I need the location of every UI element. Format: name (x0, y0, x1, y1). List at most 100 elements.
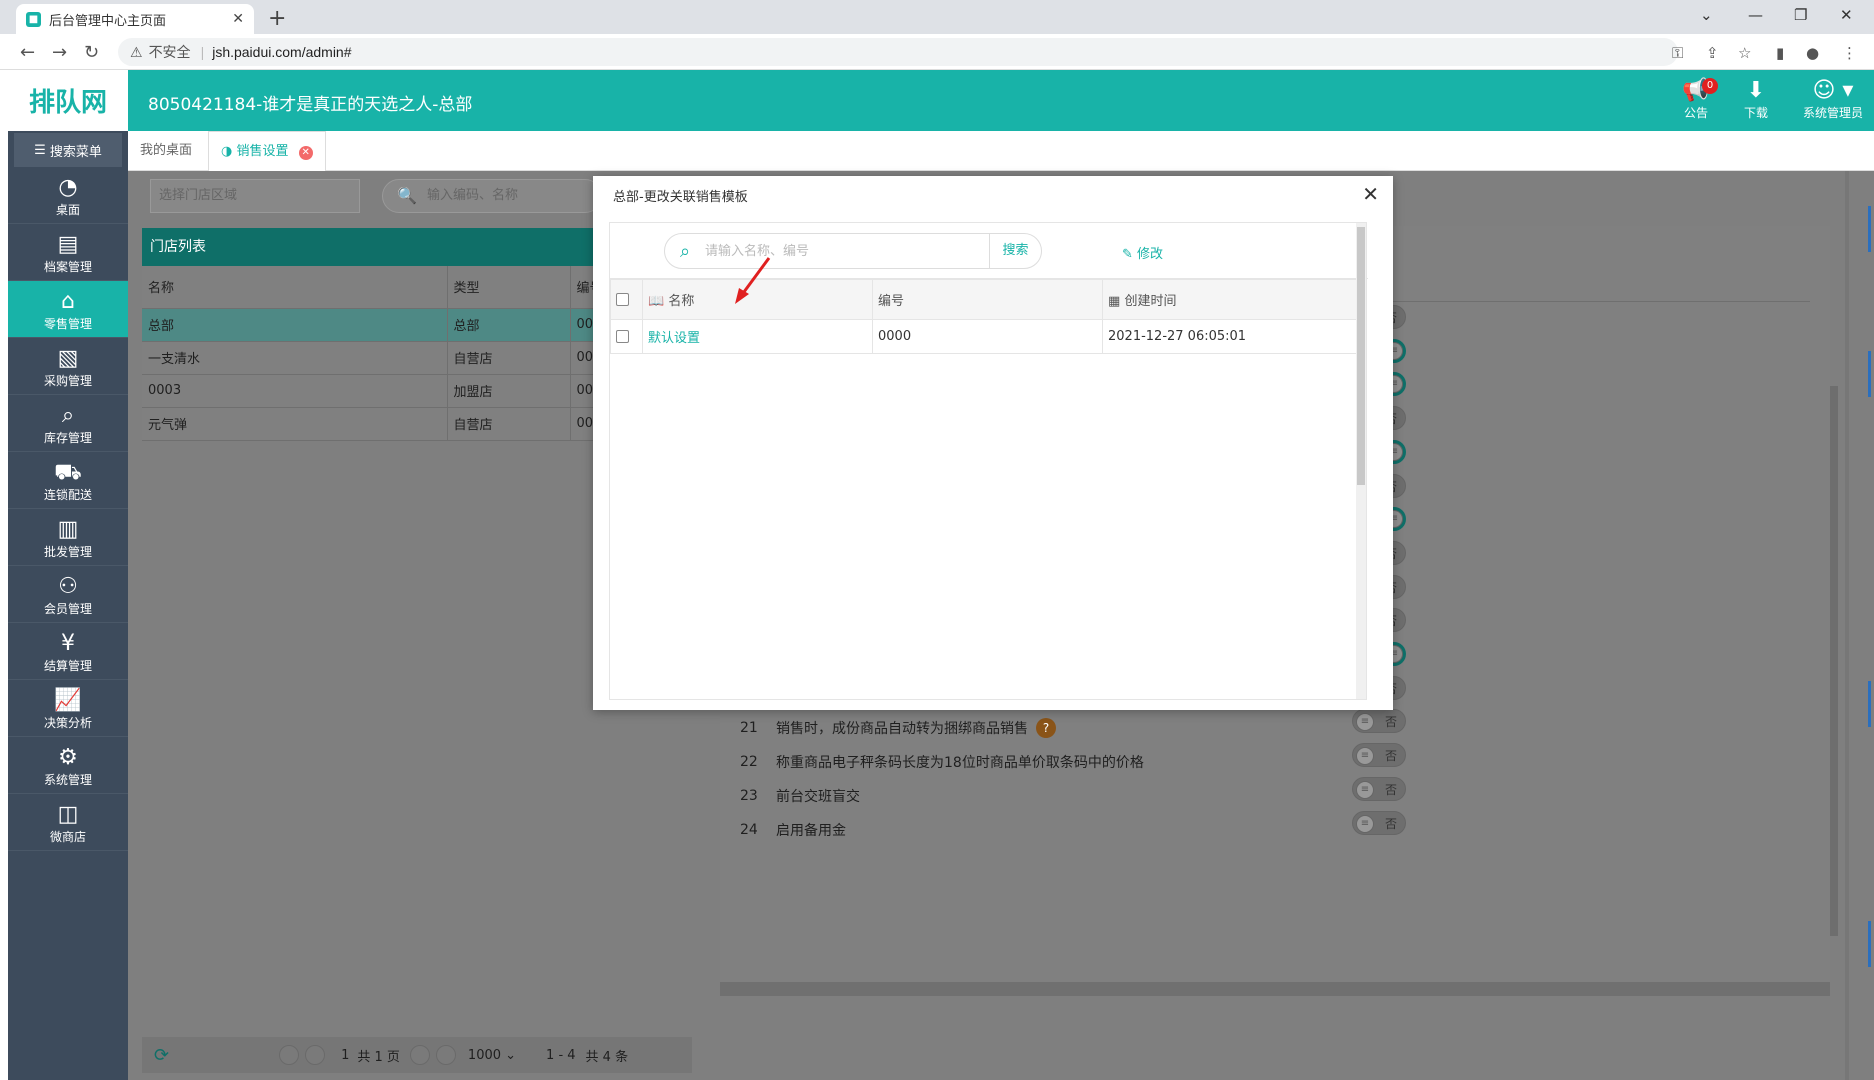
right-scrollbar[interactable] (1845, 171, 1849, 1080)
settings-horizontal-scrollbar[interactable] (720, 982, 1830, 996)
menu-dots-icon[interactable]: ⋮ (1842, 44, 1857, 62)
forward-icon[interactable]: → (52, 42, 67, 63)
sidebar-item-10[interactable]: ⚙ 系统管理 (8, 737, 128, 794)
side-panel-icon[interactable]: ▮ (1776, 44, 1784, 62)
sidebar-item-label: 结算管理 (43, 659, 92, 673)
notice-button[interactable]: 📢 0 公告 (1666, 78, 1726, 121)
close-window-icon[interactable]: ✕ (1840, 6, 1853, 24)
browser-tabstrip: ■ 后台管理中心主页面 ✕ + ⌄ — ❐ ✕ (0, 0, 1874, 34)
scroll-marker (1868, 351, 1871, 397)
sidebar-item-4[interactable]: ⌕ 库存管理 (8, 395, 128, 452)
key-icon[interactable]: ⚿ (1672, 44, 1683, 62)
tab-search-chevron-icon[interactable]: ⌄ (1700, 6, 1713, 24)
search-icon: ⌕ (679, 240, 691, 262)
sidebar-item-label: 采购管理 (43, 374, 92, 388)
new-tab-icon[interactable]: + (268, 6, 286, 31)
store-type: 加盟店 (447, 374, 571, 408)
sidebar-item-8[interactable]: ¥ 结算管理 (8, 623, 128, 680)
region-select[interactable]: 选择门店区域 (150, 179, 360, 213)
sidebar-item-5[interactable]: ⛟ 连锁配送 (8, 452, 128, 509)
page-title: 8050421184-谁才是真正的天选之人-总部 (148, 95, 473, 115)
setting-number: 22 (740, 754, 758, 771)
edit-icon: ✎ (1122, 247, 1133, 262)
sidebar-item-label: 零售管理 (43, 317, 92, 331)
setting-text: 前台交班盲交 (776, 788, 860, 805)
store-search-input[interactable]: 🔍 输入编码、名称 (382, 179, 602, 213)
refresh-icon[interactable]: ⟳ (154, 1045, 169, 1066)
setting-text: 称重商品电子秤条码长度为18位时商品单价取条码中的价格 (776, 755, 1144, 772)
download-button[interactable]: ⬇ 下载 (1726, 78, 1786, 121)
profile-icon[interactable]: ● (1806, 44, 1819, 62)
dialog-scrollbar[interactable] (1356, 223, 1366, 699)
col-template-code[interactable]: 编号 (872, 279, 1103, 320)
bookmark-star-icon[interactable]: ☆ (1738, 44, 1751, 62)
col-name-label: 名称 (668, 294, 695, 309)
store-list-title: 门店列表 (142, 228, 605, 266)
prev-page-button[interactable] (305, 1045, 326, 1065)
dialog-scroll-thumb[interactable] (1357, 227, 1365, 485)
tab-sales-settings[interactable]: ◑ 销售设置 ✕ (208, 131, 326, 171)
address-bar: ← → ↻ ⚠ 不安全 | jsh.paidui.com/admin# ⚿ ⇪ … (0, 34, 1874, 70)
chart-icon: 📈 (54, 688, 82, 713)
settlement-icon: ¥ (61, 631, 75, 656)
search-menu-button[interactable]: ☰ 搜索菜单 (14, 133, 122, 167)
sidebar-item-1[interactable]: ▤ 档案管理 (8, 224, 128, 281)
total-pages: 共 1 页 (357, 1049, 400, 1065)
select-all-header (610, 279, 643, 320)
sidebar-item-3[interactable]: ▧ 采购管理 (8, 338, 128, 395)
member-icon: ⚇ (58, 574, 78, 599)
sidebar-item-9[interactable]: 📈 决策分析 (8, 680, 128, 737)
page-size-select[interactable]: 1000 ⌄ (468, 1048, 516, 1063)
back-icon[interactable]: ← (20, 42, 35, 63)
settings-scrollbar[interactable] (1830, 386, 1838, 936)
search-button[interactable]: 搜索 (989, 234, 1041, 268)
browser-tab[interactable]: ■ 后台管理中心主页面 ✕ (16, 4, 254, 34)
sidebar-item-0[interactable]: ◔ 桌面 (8, 167, 128, 224)
reload-icon[interactable]: ↻ (84, 42, 99, 63)
setting-number: 21 (740, 720, 758, 737)
url-field[interactable]: ⚠ 不安全 | jsh.paidui.com/admin# (118, 38, 1678, 66)
col-name[interactable]: 名称 (142, 266, 448, 309)
table-row[interactable]: 一支清水 自营店 000 (142, 341, 605, 375)
store-type: 总部 (447, 308, 571, 342)
template-name-link[interactable]: 默认设置 (648, 331, 700, 346)
sidebar-item-7[interactable]: ⚇ 会员管理 (8, 566, 128, 623)
minimize-icon[interactable]: — (1748, 6, 1763, 24)
close-icon[interactable]: ✕ (1362, 182, 1379, 206)
close-tab-icon[interactable]: ✕ (298, 146, 313, 160)
col-template-created[interactable]: ▦ 创建时间 (1102, 279, 1358, 320)
close-tab-icon[interactable]: ✕ (232, 11, 244, 27)
table-row[interactable]: 元气弹 自营店 000 (142, 407, 605, 441)
row-checkbox[interactable] (616, 330, 629, 343)
tab-home[interactable]: 我的桌面 (128, 131, 204, 171)
help-icon[interactable]: ? (1036, 718, 1056, 739)
table-row[interactable]: 0003 加盟店 000 (142, 374, 605, 408)
inventory-icon: ⌕ (61, 403, 75, 428)
col-type[interactable]: 类型 (447, 266, 571, 309)
table-row[interactable]: 总部 总部 000 (142, 308, 605, 342)
dialog-body: ⌕ 搜索 ✎ 修改 📖 名称 编号 ▦ 创建时间 默认设置 00002021-12… (609, 222, 1368, 700)
sidebar-item-2[interactable]: ⌂ 零售管理 (8, 281, 128, 338)
sidebar-item-6[interactable]: ▥ 批发管理 (8, 509, 128, 566)
sidebar-item-label: 批发管理 (43, 545, 92, 559)
tab-sales-label: 销售设置 (236, 144, 289, 159)
page-number[interactable]: 1 (341, 1048, 349, 1063)
record-range: 1 - 4 (546, 1047, 576, 1063)
restore-icon[interactable]: ❐ (1794, 6, 1807, 24)
change-template-dialog: 总部-更改关联销售模板 ✕ ⌕ 搜索 ✎ 修改 📖 名称 编号 ▦ 创建时间 (593, 176, 1393, 710)
browser-tab-title: 后台管理中心主页面 (49, 12, 167, 28)
setting-number: 23 (740, 787, 758, 804)
last-page-button[interactable] (435, 1045, 456, 1065)
table-row[interactable]: 默认设置 0000 2021-12-27 06:05:01 (610, 319, 1358, 354)
template-created: 2021-12-27 06:05:01 (1102, 319, 1358, 354)
template-name: 默认设置 (642, 319, 873, 354)
share-icon[interactable]: ⇪ (1706, 44, 1719, 62)
select-all-checkbox[interactable] (616, 293, 629, 306)
sidebar-item-label: 决策分析 (43, 716, 92, 730)
edit-button[interactable]: ✎ 修改 (1122, 243, 1163, 262)
pagination: ⟳ 1 共 1 页 1000 ⌄ 1 - 4 共 4 条 (142, 1037, 692, 1073)
user-menu[interactable]: ☺ ▾ 系统管理员 (1792, 78, 1874, 121)
next-page-button[interactable] (409, 1045, 430, 1065)
sidebar-item-11[interactable]: ◫ 微商店 (8, 794, 128, 851)
first-page-button[interactable] (279, 1045, 300, 1065)
